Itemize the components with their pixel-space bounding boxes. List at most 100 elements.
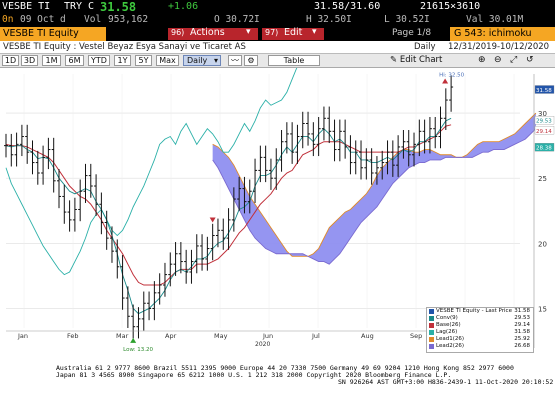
x-tick-label: Jul	[311, 332, 320, 340]
high-price: H 32.50I	[306, 14, 352, 25]
chevron-down-icon: ▾	[246, 27, 251, 37]
legend-value: 29.53	[514, 315, 530, 321]
zoom-in-icon[interactable]: ⊕	[478, 55, 486, 65]
legend-item[interactable]: Base(26) 29.14	[427, 322, 533, 329]
legend-rows: VESBE TI Equity - Last Price 31.58 Conv(9)…	[427, 308, 533, 350]
period-label: Daily	[414, 42, 436, 52]
security-name: VESBE TI Equity	[3, 28, 79, 39]
x-tick-label: Sep	[410, 332, 422, 340]
y-tick-label: 25	[538, 175, 547, 183]
expand-icon[interactable]: ⤢	[510, 55, 517, 65]
x-tick-label: Aug	[361, 332, 374, 340]
ichimoku-cloud	[212, 113, 536, 265]
x-tick-label: Feb	[67, 332, 79, 340]
pencil-icon: ✎	[390, 55, 398, 65]
study-box[interactable]: G 543: ichimoku	[450, 27, 555, 41]
range-6m-button[interactable]: 6M	[65, 55, 84, 66]
quote-header: VESBE TI TRY C 31.58 +1.06 31.58/31.60 2…	[0, 0, 555, 14]
legend-value: 31.58	[514, 329, 530, 335]
price-bars	[4, 75, 454, 339]
legend-swatch	[429, 309, 434, 314]
table-button[interactable]: Table	[268, 55, 320, 66]
frequency-select[interactable]: Daily ▾	[183, 55, 221, 66]
ichimoku-chart[interactable]: 15202530JanFebMarAprMayJunJulAugSepOctNo…	[0, 52, 555, 354]
x-tick-label: Jan	[17, 332, 28, 340]
edit-chart-label: Edit Chart	[399, 55, 443, 65]
edit-label: Edit	[284, 27, 303, 38]
x-year-label: 2020	[255, 341, 270, 348]
legend-label: Conv(9)	[436, 315, 458, 321]
legend-item[interactable]: Lead1(26) 25.92	[427, 336, 533, 343]
legend-swatch	[429, 323, 434, 328]
date-range[interactable]: 12/31/2019-10/12/2020	[448, 42, 549, 52]
frequency-value: Daily	[187, 56, 208, 65]
legend-swatch	[429, 330, 434, 335]
legend-value: 29.14	[514, 322, 530, 328]
line-chart-icon[interactable]: 〰	[228, 55, 242, 66]
price-prefix: C	[88, 1, 95, 12]
chart-legend[interactable]: VESBE TI Equity - Last Price 31.58 Conv(9)…	[426, 307, 534, 353]
page-indicator: Page 1/8	[392, 28, 432, 38]
x-tick-label: Mar	[116, 332, 129, 340]
low-price: L 30.52I	[384, 14, 430, 25]
base-tag: 29.14	[536, 129, 552, 135]
volume-label: Vol	[84, 14, 102, 25]
y-tick-label: 15	[538, 305, 547, 313]
security-box[interactable]: VESBE TI Equity	[0, 27, 106, 41]
edit-chart-button[interactable]: ✎ Edit Chart	[390, 55, 442, 65]
legend-item[interactable]: Lead2(26) 26.68	[427, 343, 533, 350]
price-change: +1.06	[168, 1, 199, 12]
chevron-down-icon: ▾	[213, 56, 218, 65]
range-3d-button[interactable]: 3D	[21, 55, 38, 66]
open-price: O 30.72I	[214, 14, 260, 25]
range-max-button[interactable]: Max	[156, 55, 179, 66]
table-label: Table	[283, 56, 305, 65]
reset-icon[interactable]: ↺	[526, 55, 534, 65]
legend-item[interactable]: VESBE TI Equity - Last Price 31.58	[427, 308, 533, 315]
legend-label: VESBE TI Equity - Last Price	[436, 308, 512, 314]
legend-swatch	[429, 337, 434, 342]
traded-value: Val 30.01M	[466, 14, 524, 25]
currency: TRY	[64, 1, 83, 12]
cloud-area	[212, 113, 536, 265]
legend-value: 25.92	[514, 336, 530, 342]
actions-menu[interactable]: 96) Actions ▾	[168, 27, 258, 40]
x-tick-label: Jun	[262, 332, 273, 340]
legend-item[interactable]: Lag(26) 31.58	[427, 329, 533, 336]
zoom-out-icon[interactable]: ⊖	[494, 55, 502, 65]
footer-line-3: SN 926264 AST GMT+3:00 H836-2439-1 11-Oc…	[338, 378, 554, 386]
high-marker-icon	[442, 78, 449, 84]
legend-label: Lead1(26)	[436, 336, 465, 342]
y-tick-label: 20	[538, 240, 547, 248]
command-bar: VESBE TI Equity 96) Actions ▾ 97) Edit ▾…	[0, 27, 555, 41]
legend-swatch	[429, 316, 434, 321]
actions-number: 96)	[171, 28, 185, 37]
bid-ask-size: 21615×3610	[420, 1, 481, 12]
legend-label: Lag(26)	[436, 329, 458, 335]
settings-icon[interactable]: ⚙	[244, 55, 258, 66]
last-price: 31.58	[100, 0, 137, 14]
last-price-tag: 31.58	[536, 88, 552, 94]
legend-value: 31.58	[514, 308, 530, 314]
chevron-down-icon: ▾	[312, 27, 317, 37]
range-1d-button[interactable]: 1D	[2, 55, 19, 66]
range-1m-button[interactable]: 1M	[42, 55, 61, 66]
lead-tag: 28.38	[536, 146, 552, 152]
high-annotation: Hi: 32.50	[439, 73, 465, 79]
quote-subheader: 0n 09 Oct d Vol 953,162 O 30.72I H 32.50…	[0, 13, 555, 27]
x-tick-label: May	[214, 332, 228, 340]
legend-item[interactable]: Conv(9) 29.53	[427, 315, 533, 322]
ticker[interactable]: VESBE TI	[2, 1, 50, 12]
study-label: G 543: ichimoku	[454, 28, 532, 39]
conversion-tag: 29.53	[536, 119, 552, 125]
x-tick-label: Apr	[165, 332, 177, 340]
quote-time: 09 Oct d	[20, 14, 66, 25]
title-bar: VESBE TI Equity : Vestel Beyaz Esya Sana…	[0, 41, 555, 54]
range-ytd-button[interactable]: YTD	[88, 55, 110, 66]
row2-prefix: 0n	[2, 14, 14, 25]
range-1y-button[interactable]: 1Y	[114, 55, 131, 66]
edit-menu[interactable]: 97) Edit ▾	[262, 27, 324, 40]
signal-marker-icon	[209, 217, 216, 223]
range-5y-button[interactable]: 5Y	[135, 55, 152, 66]
company-title: VESBE TI Equity : Vestel Beyaz Esya Sana…	[3, 42, 246, 52]
